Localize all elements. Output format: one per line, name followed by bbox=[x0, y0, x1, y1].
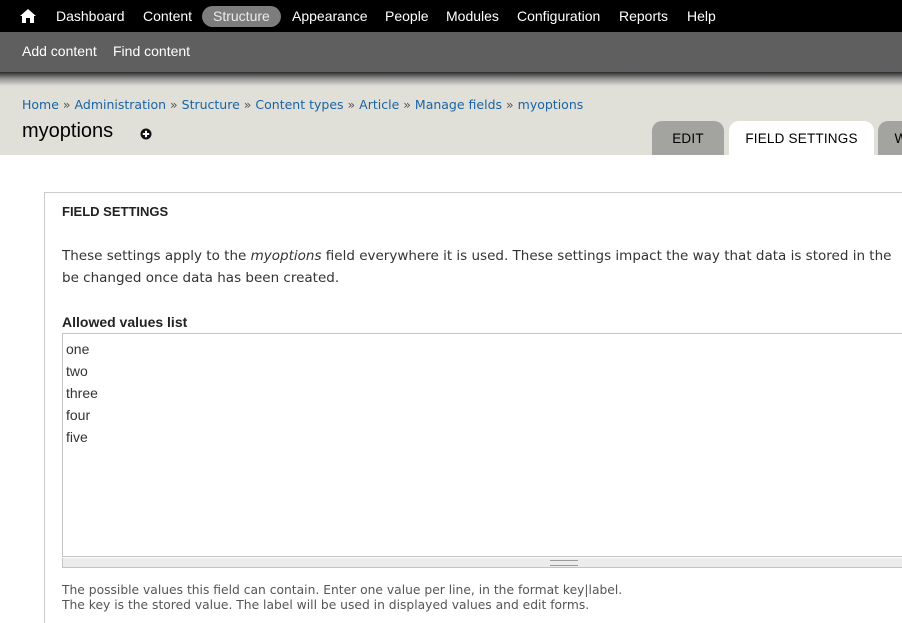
toolbar-item-dashboard[interactable]: Dashboard bbox=[56, 0, 125, 32]
breadcrumb-manage-fields[interactable]: Manage fields bbox=[415, 97, 502, 112]
shortcut-add-content[interactable]: Add content bbox=[22, 32, 97, 71]
breadcrumb-separator: » bbox=[506, 97, 514, 112]
fieldset-legend: FIELD SETTINGS bbox=[62, 204, 169, 219]
description-text: These settings apply to the bbox=[62, 248, 251, 264]
fieldset-description: These settings apply to the myoptions fi… bbox=[62, 245, 902, 289]
toolbar-item-help[interactable]: Help bbox=[687, 0, 716, 32]
tab-widget-type[interactable]: W bbox=[878, 121, 902, 155]
toolbar-item-configuration[interactable]: Configuration bbox=[517, 0, 600, 32]
grip-icon bbox=[550, 560, 578, 566]
breadcrumb-separator: » bbox=[170, 97, 178, 112]
allowed-values-label: Allowed values list bbox=[62, 314, 188, 330]
toolbar-item-structure[interactable]: Structure bbox=[202, 6, 281, 27]
allowed-value-line: two bbox=[66, 363, 88, 379]
description-text-line2: be changed once data has been created. bbox=[62, 270, 340, 286]
admin-toolbar: Dashboard Content Structure Appearance P… bbox=[0, 0, 902, 32]
toolbar-item-reports[interactable]: Reports bbox=[619, 0, 668, 32]
page-title: myoptions bbox=[22, 120, 114, 142]
tab-widget-type-label: W bbox=[894, 131, 902, 146]
shortcuts-bar: Add content Find content bbox=[0, 32, 902, 72]
toolbar-shadow bbox=[0, 72, 902, 86]
help-text-line2: The key is the stored value. The label w… bbox=[62, 598, 590, 612]
toolbar-item-people[interactable]: People bbox=[385, 0, 429, 32]
description-field-name: myoptions bbox=[250, 248, 322, 264]
tab-field-settings[interactable]: FIELD SETTINGS bbox=[729, 121, 874, 155]
field-settings-fieldset: FIELD SETTINGS These settings apply to t… bbox=[44, 192, 902, 623]
shortcut-find-content[interactable]: Find content bbox=[113, 32, 190, 71]
breadcrumb: Home » Administration » Structure » Cont… bbox=[22, 97, 583, 112]
allowed-value-line: three bbox=[66, 385, 98, 401]
breadcrumb-content-types[interactable]: Content types bbox=[255, 97, 343, 112]
plus-circle-icon[interactable] bbox=[140, 128, 152, 140]
allowed-value-line: one bbox=[66, 341, 90, 357]
tab-edit[interactable]: EDIT bbox=[652, 121, 724, 155]
breadcrumb-article[interactable]: Article bbox=[359, 97, 399, 112]
breadcrumb-myoptions[interactable]: myoptions bbox=[518, 97, 584, 112]
allowed-values-help: The possible values this field can conta… bbox=[62, 583, 622, 613]
breadcrumb-separator: » bbox=[62, 97, 71, 112]
breadcrumb-separator: » bbox=[243, 97, 252, 112]
allowed-value-line: four bbox=[66, 407, 91, 423]
allowed-values-textarea[interactable]: one two three four five bbox=[62, 333, 902, 557]
breadcrumb-administration[interactable]: Administration bbox=[75, 97, 166, 112]
breadcrumb-separator: » bbox=[347, 97, 356, 112]
help-text-line1: The possible values this field can conta… bbox=[62, 583, 623, 597]
toolbar-item-content[interactable]: Content bbox=[143, 0, 192, 32]
toolbar-item-appearance[interactable]: Appearance bbox=[292, 0, 368, 32]
description-text: field everywhere it is used. These setti… bbox=[321, 248, 892, 264]
allowed-value-line: five bbox=[66, 429, 88, 445]
breadcrumb-separator: » bbox=[403, 97, 411, 112]
page-header: Home » Administration » Structure » Cont… bbox=[0, 86, 902, 155]
breadcrumb-structure[interactable]: Structure bbox=[182, 97, 240, 112]
breadcrumb-home[interactable]: Home bbox=[22, 97, 59, 112]
home-icon[interactable] bbox=[20, 9, 36, 23]
toolbar-item-modules[interactable]: Modules bbox=[446, 0, 499, 32]
textarea-resize-grip[interactable] bbox=[62, 558, 902, 568]
